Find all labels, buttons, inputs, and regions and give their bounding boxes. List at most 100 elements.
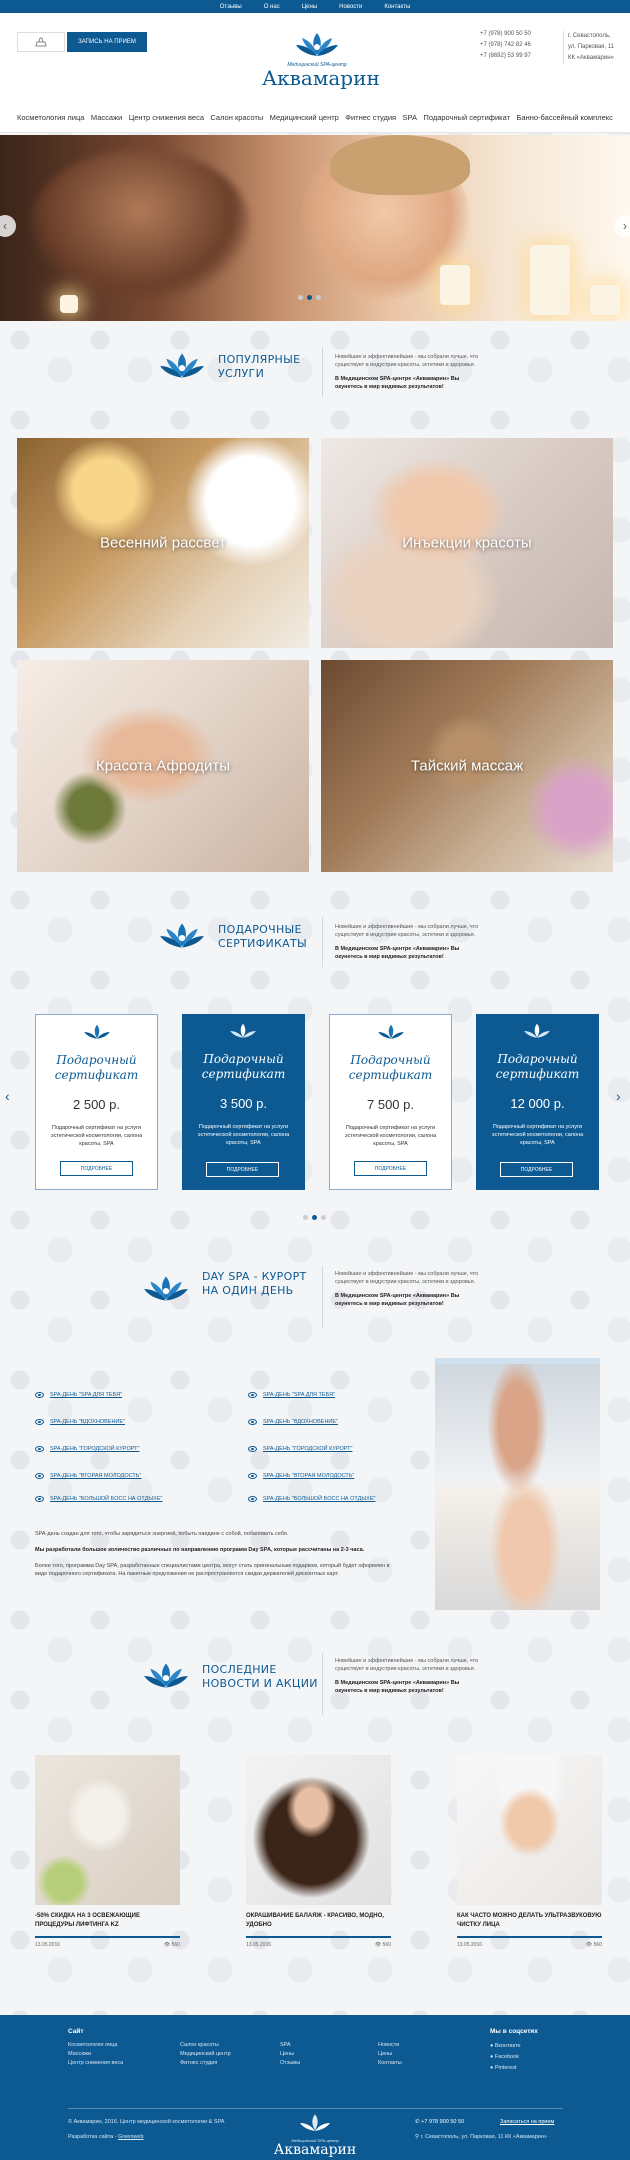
- footer-appointment-link[interactable]: Записаться на прием: [500, 2119, 554, 2125]
- phone-1[interactable]: +7 (978) 900 50 50: [480, 29, 531, 40]
- certificate-card[interactable]: Подарочный сертификат 3 500 р. Подарочный…: [182, 1014, 305, 1190]
- certificate-price: 3 500 р.: [220, 1096, 267, 1111]
- desc-bold: В Медицинском SPA-центре «Аквамарин» Вы …: [335, 1293, 460, 1307]
- link-label: SPA-ДЕНЬ "ВТОРАЯ МОЛОДОСТЬ": [263, 1473, 355, 1479]
- social-vk[interactable]: ● Вконтакте: [490, 2041, 521, 2052]
- news-title[interactable]: Как часто можно делать ультразвуковую чи…: [457, 1912, 602, 1932]
- more-button[interactable]: Подробнее: [500, 1162, 573, 1177]
- nav-spa[interactable]: SPA: [403, 113, 417, 122]
- nav-weight-loss[interactable]: Центр снижения веса: [129, 113, 204, 122]
- nav-massages[interactable]: Массажи: [91, 113, 122, 122]
- service-card[interactable]: Весенний рассвет: [17, 438, 309, 648]
- news-image[interactable]: [246, 1755, 391, 1905]
- footer-col-2: Салон красоты Медицинский центр Фитнес с…: [180, 2041, 231, 2068]
- spa-day-link[interactable]: SPA-ДЕНЬ "ВТОРАЯ МОЛОДОСТЬ": [35, 1473, 141, 1479]
- desc-text: Новейшие и эффективнейшие - мы собрали л…: [335, 1658, 479, 1672]
- address-text: г. Севастополь, ул. Парковая, 11 КК «Акв…: [420, 2134, 547, 2140]
- footer-link[interactable]: Медицинский центр: [180, 2050, 231, 2059]
- spa-day-link[interactable]: SPA-ДЕНЬ "ВТОРАЯ МОЛОДОСТЬ": [248, 1473, 354, 1479]
- footer-link[interactable]: Салон красоты: [180, 2041, 231, 2050]
- service-card[interactable]: Красота Афродиты: [17, 660, 309, 872]
- certs-next-icon[interactable]: ›: [616, 1088, 621, 1104]
- spa-day-link[interactable]: SPA-ДЕНЬ "ГОРОДСКОЙ КУРОРТ": [248, 1446, 352, 1452]
- topnav-reviews[interactable]: Отзывы: [220, 4, 242, 10]
- footer-link[interactable]: Фитнес студия: [180, 2059, 231, 2068]
- topnav-news[interactable]: Новости: [339, 4, 362, 10]
- nav-face-cosmetology[interactable]: Косметология лица: [17, 113, 84, 122]
- topnav-about[interactable]: О нас: [264, 4, 280, 10]
- nav-bath-pool[interactable]: Банно-бассейный комплекс: [516, 113, 612, 122]
- appointment-button[interactable]: Запись на прием: [67, 32, 147, 52]
- more-button[interactable]: Подробнее: [354, 1161, 427, 1176]
- footer-logo[interactable]: Медицинский SPA-центр Аквамарин: [270, 2113, 360, 2157]
- certificate-price: 7 500 р.: [367, 1097, 414, 1112]
- views-count: 560: [593, 1942, 602, 1948]
- news-image[interactable]: [35, 1755, 180, 1905]
- news-image[interactable]: [457, 1755, 602, 1905]
- footer-link[interactable]: Отзывы: [280, 2059, 300, 2068]
- section-description: Новейшие и эффективнейшие - мы собрали л…: [335, 1270, 485, 1308]
- logo[interactable]: Медицинский SPA-центр Аквамарин: [262, 31, 380, 89]
- phone-2[interactable]: +7 (978) 742 82 46: [480, 40, 531, 51]
- slider-prev-button[interactable]: ‹: [0, 215, 16, 237]
- social-facebook[interactable]: ● Facebook: [490, 2052, 521, 2063]
- certificate-card[interactable]: Подарочный сертификат 12 000 р. Подарочны…: [476, 1014, 599, 1190]
- footer-link[interactable]: Новости: [378, 2041, 402, 2050]
- footer-link[interactable]: Массажи: [68, 2050, 123, 2059]
- nav-beauty-salon[interactable]: Салон красоты: [210, 113, 263, 122]
- news-title[interactable]: -50% скидка на 3 освежающие процедуры ли…: [35, 1912, 180, 1932]
- slider-next-button[interactable]: ›: [614, 215, 630, 237]
- spa-day-link[interactable]: SPA-ДЕНЬ "БОЛЬШОЙ БОСС НА ОТДЫХЕ": [248, 1496, 375, 1502]
- slider-dot[interactable]: [312, 1215, 317, 1220]
- spa-day-link[interactable]: SPA-ДЕНЬ "ВДОХНОВЕНИЕ": [248, 1419, 338, 1425]
- footer-link[interactable]: Контакты: [378, 2059, 402, 2068]
- hero-hair: [330, 135, 470, 195]
- social-label: Pinterest: [494, 2065, 517, 2071]
- news-card[interactable]: -50% скидка на 3 освежающие процедуры ли…: [35, 1755, 180, 1948]
- spa-day-link[interactable]: SPA-ДЕНЬ "ГОРОДСКОЙ КУРОРТ": [35, 1446, 139, 1452]
- title-line: сертификат: [201, 1067, 286, 1081]
- news-card[interactable]: Как часто можно делать ультразвуковую чи…: [457, 1755, 602, 1948]
- certificate-card[interactable]: Подарочный сертификат 2 500 р. Подарочный…: [35, 1014, 158, 1190]
- link-label: SPA-ДЕНЬ "БОЛЬШОЙ БОСС НА ОТДЫХЕ": [263, 1496, 376, 1502]
- spa-day-link[interactable]: SPA-ДЕНЬ "БОЛЬШОЙ БОСС НА ОТДЫХЕ": [35, 1496, 162, 1502]
- topnav-contacts[interactable]: Контакты: [384, 4, 410, 10]
- footer-link[interactable]: SPA: [280, 2041, 300, 2050]
- spa-day-link[interactable]: SPA-ДЕНЬ "SPA ДЛЯ ТЕБЯ": [248, 1392, 335, 1398]
- news-date: 13.05.2016: [35, 1942, 61, 1948]
- slider-dot[interactable]: [307, 295, 312, 300]
- service-card[interactable]: Инъекции красоты: [321, 438, 613, 648]
- footer-phone[interactable]: ✆ +7 978 900 50 50: [415, 2119, 464, 2125]
- more-button[interactable]: Подробнее: [60, 1161, 133, 1176]
- spa-day-link[interactable]: SPA-ДЕНЬ "SPA ДЛЯ ТЕБЯ": [35, 1392, 122, 1398]
- slider-dot[interactable]: [303, 1215, 308, 1220]
- section-description: Новейшие и эффективнейшие - мы собрали л…: [335, 1657, 485, 1695]
- slider-dot[interactable]: [298, 295, 303, 300]
- footer-link[interactable]: Цены: [378, 2050, 402, 2059]
- footer-link[interactable]: Центр снижения веса: [68, 2059, 123, 2068]
- footer-link[interactable]: Цены: [280, 2050, 300, 2059]
- news-title[interactable]: Окрашивание балаяж - красиво, модно, удо…: [246, 1912, 391, 1932]
- certificate-title: Подарочный сертификат: [476, 1052, 599, 1082]
- news-card[interactable]: Окрашивание балаяж - красиво, модно, удо…: [246, 1755, 391, 1948]
- developer-link[interactable]: Greenweb: [118, 2134, 143, 2140]
- title-line: на один день: [202, 1284, 294, 1297]
- topnav-prices[interactable]: Цены: [302, 4, 317, 10]
- slider-dot[interactable]: [321, 1215, 326, 1220]
- service-title: Тайский массаж: [410, 757, 524, 775]
- more-button[interactable]: Подробнее: [206, 1162, 279, 1177]
- slider-dot[interactable]: [316, 295, 321, 300]
- footer-link[interactable]: Косметология лица: [68, 2041, 123, 2050]
- social-pinterest[interactable]: ● Pinterest: [490, 2063, 521, 2074]
- slider-dots: [298, 295, 321, 300]
- service-card[interactable]: Тайский массаж: [321, 660, 613, 872]
- certs-prev-icon[interactable]: ‹: [5, 1088, 10, 1104]
- certificate-card[interactable]: Подарочный сертификат 7 500 р. Подарочный…: [329, 1014, 452, 1190]
- nav-gift-certificate[interactable]: Подарочный сертификат: [423, 113, 510, 122]
- nav-medical-center[interactable]: Медицинский центр: [270, 113, 339, 122]
- section-title: Последние новости и акции: [202, 1663, 318, 1691]
- nav-fitness[interactable]: Фитнес студия: [345, 113, 396, 122]
- callback-button[interactable]: [17, 32, 65, 52]
- phone-3[interactable]: +7 (8692) 53 99 97: [480, 51, 531, 62]
- spa-day-link[interactable]: SPA-ДЕНЬ "ВДОХНОВЕНИЕ": [35, 1419, 125, 1425]
